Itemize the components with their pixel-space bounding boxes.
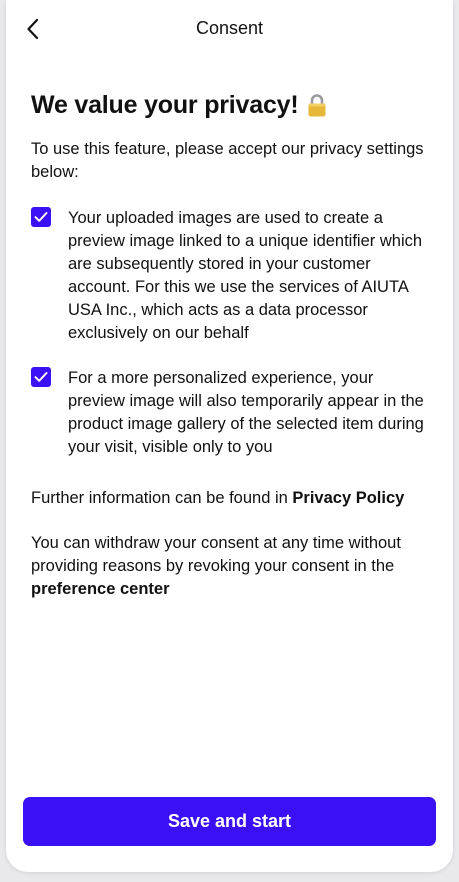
withdraw-text: You can withdraw your consent at any tim… (31, 532, 431, 601)
option-text-image-processing: Your uploaded images are used to create … (68, 209, 423, 342)
consent-content: We value your privacy! To use this featu… (31, 88, 431, 601)
consent-option-image-processing: Your uploaded images are used to create … (31, 207, 431, 345)
option-text-gallery: For a more personalized experience, your… (68, 369, 424, 456)
checkbox-image-processing[interactable] (31, 207, 51, 227)
save-and-start-button[interactable]: Save and start (23, 797, 436, 846)
privacy-policy-link[interactable]: Privacy Policy (292, 489, 404, 507)
checkmark-icon (34, 372, 48, 382)
consent-option-gallery: For a more personalized experience, your… (31, 367, 431, 459)
checkbox-gallery[interactable] (31, 367, 51, 387)
checkmark-icon (34, 212, 48, 222)
preference-center-link[interactable]: preference center (31, 580, 170, 598)
headline-text: We value your privacy! (31, 90, 299, 119)
headline: We value your privacy! (31, 88, 431, 122)
further-info-text: Further information can be found in Priv… (31, 487, 431, 510)
withdraw-prefix: You can withdraw your consent at any tim… (31, 534, 401, 575)
intro-text: To use this feature, please accept our p… (31, 140, 424, 181)
consent-sheet: Consent We value your privacy! To use th… (6, 0, 453, 872)
header: Consent (6, 0, 453, 58)
further-info-prefix: Further information can be found in (31, 489, 293, 507)
lock-icon (308, 93, 326, 116)
page-title: Consent (195, 18, 264, 38)
